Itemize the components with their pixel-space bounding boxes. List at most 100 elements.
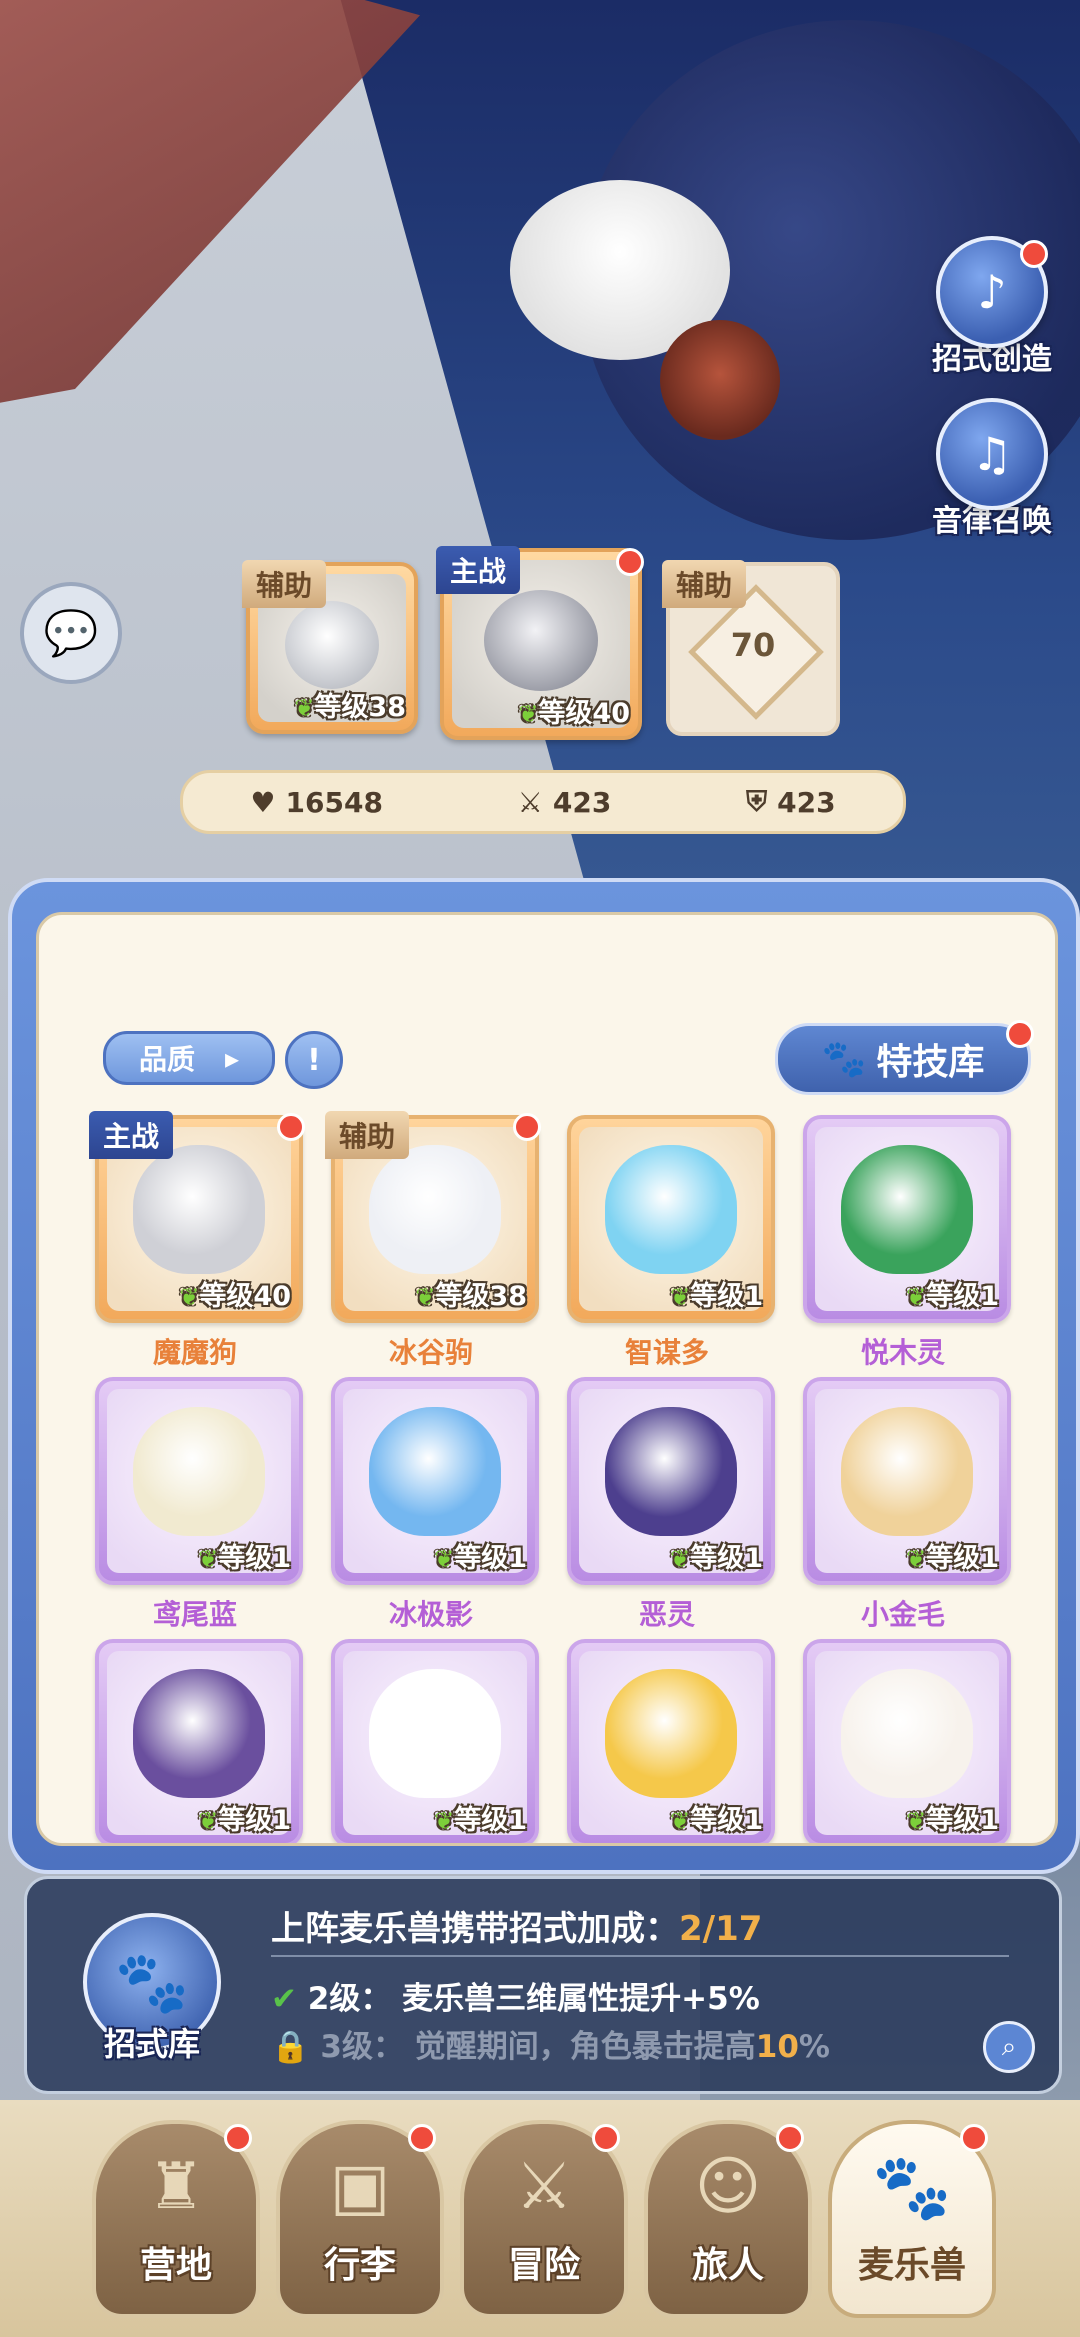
pet-level: 等级1	[218, 1805, 291, 1836]
nav-tab-3[interactable]: ☺ 旅人	[644, 2120, 812, 2318]
pet-portrait	[132, 1669, 266, 1799]
pet-card[interactable]: ❦等级1 智谋多	[567, 1115, 775, 1371]
sprout-icon: ❦	[518, 700, 539, 728]
filter-button[interactable]: !	[285, 1031, 343, 1089]
pet-card-frame: ❦等级1	[803, 1639, 1011, 1843]
pet-card-frame: ❦等级1	[567, 1639, 775, 1843]
pet-portrait	[840, 1407, 974, 1537]
bottom-navigation: ♜ 营地 ▣ 行李 ⚔ 冒险 ☺ 旅人 🐾 麦乐兽	[0, 2100, 1080, 2337]
traveler-icon: ☺	[694, 2150, 762, 2224]
pet-name: 鸢尾蓝	[152, 1598, 237, 1631]
sprout-icon: ❦	[670, 1807, 691, 1835]
pet-portrait	[484, 590, 598, 692]
pet-level: 等级1	[218, 1543, 291, 1574]
pet-card[interactable]: ❦等级1 小金毛	[803, 1377, 1011, 1633]
rhythm-summon-button[interactable]: ♫ 音律召唤	[922, 398, 1062, 540]
nav-tab-0[interactable]: ♜ 营地	[92, 2120, 260, 2318]
pet-name: 魔魔狗	[152, 1336, 237, 1369]
quality-label: 品质	[138, 1043, 195, 1076]
pet-card[interactable]: ❦等级1 恶灵	[567, 1377, 775, 1633]
sprout-icon: ❦	[906, 1807, 927, 1835]
pet-card[interactable]: ❦等级1	[95, 1639, 303, 1843]
team-slot-support-locked[interactable]: 70 辅助	[662, 560, 840, 736]
bonus-line-level2: ✔ 2级： 麦乐兽三维属性提升+5%	[271, 1981, 760, 2017]
lyre-icon: ♫	[936, 398, 1048, 510]
team-slot-support-1[interactable]: 辅助 ❦等级38	[242, 560, 418, 734]
pet-card[interactable]: ❦等级1	[567, 1639, 775, 1843]
pet-card-frame: ❦等级1	[95, 1377, 303, 1585]
pet-card[interactable]: ❦等级1 鸢尾蓝	[95, 1377, 303, 1633]
pet-card[interactable]: 主战 ❦等级40 魔魔狗	[89, 1111, 305, 1371]
pet-card[interactable]: 辅助 ❦等级38 冰谷驹	[325, 1111, 541, 1371]
support-tag: 辅助	[662, 560, 747, 608]
paw-icon: 🐾	[821, 1039, 867, 1080]
pet-portrait	[840, 1669, 974, 1799]
pet-level: 等级1	[454, 1543, 527, 1574]
pet-role-tag: 主战	[89, 1111, 174, 1159]
pet-name: 冰谷驹	[388, 1336, 473, 1369]
notification-dot	[1020, 240, 1048, 268]
pet-card-frame: ❦等级1	[331, 1377, 539, 1585]
pet-level: 等级40	[538, 698, 630, 729]
main-tag: 主战	[436, 546, 521, 594]
skill-library-shortcut-label[interactable]: 招式库	[67, 2019, 237, 2065]
sprout-icon: ❦	[198, 1807, 219, 1835]
pet-role-tag: 辅助	[325, 1111, 410, 1159]
pet-card[interactable]: ❦等级1 悦木灵	[803, 1115, 1011, 1371]
notification-dot	[224, 2124, 252, 2152]
team-slot-main[interactable]: 主战 ❦等级40	[436, 546, 644, 740]
pet-portrait	[132, 1407, 266, 1537]
pet-card[interactable]: ❦等级1	[331, 1639, 539, 1843]
quality-sort-dropdown[interactable]: 品质 ▸	[103, 1031, 275, 1085]
sprout-icon: ❦	[670, 1283, 691, 1311]
nav-tab-label: 旅人	[691, 2245, 764, 2286]
notification-dot	[1006, 1020, 1034, 1048]
nav-tab-4[interactable]: 🐾 麦乐兽	[828, 2120, 996, 2318]
skill-library-button[interactable]: 🐾 特技库	[775, 1020, 1034, 1095]
bonus-title: 上阵麦乐兽携带招式加成：2/17	[271, 1909, 763, 1949]
pet-level: 等级38	[435, 1281, 527, 1312]
pet-portrait	[840, 1145, 974, 1275]
pet-name: 恶灵	[638, 1598, 695, 1631]
pet-portrait	[132, 1145, 266, 1275]
nav-tab-label: 麦乐兽	[857, 2245, 966, 2286]
nav-tab-label: 营地	[139, 2245, 212, 2286]
skill-create-button[interactable]: ♪ 招式创造	[922, 236, 1062, 378]
pet-card-frame: ❦等级1	[567, 1377, 775, 1585]
chat-icon[interactable]: 💬	[20, 582, 122, 684]
heart-icon: ♥	[250, 785, 276, 819]
pet-card[interactable]: ❦等级1	[803, 1639, 1011, 1843]
player-character	[660, 320, 780, 440]
lock-icon: 🔒	[271, 2029, 310, 2065]
skill-bonus-info-panel: 🐾 招式库 上阵麦乐兽携带招式加成：2/17 ✔ 2级： 麦乐兽三维属性提升+5…	[24, 1876, 1062, 2094]
notification-dot	[277, 1113, 305, 1141]
support-tag: 辅助	[242, 560, 327, 608]
bonus-line-level3: 🔒 3级： 觉醒期间，角色暴击提高10%	[271, 2029, 830, 2065]
notification-dot	[616, 548, 644, 576]
defense-value: 423	[777, 785, 836, 819]
book-music-icon: ♪	[936, 236, 1048, 348]
notification-dot	[776, 2124, 804, 2152]
pet-level: 等级1	[926, 1281, 999, 1312]
check-icon: ✔	[271, 1981, 297, 2017]
pet-portrait	[284, 600, 380, 690]
nav-tab-label: 冒险	[507, 2245, 580, 2286]
nav-tab-2[interactable]: ⚔ 冒险	[460, 2120, 628, 2318]
pet-card-frame: 主战 ❦等级40	[89, 1111, 305, 1323]
pet-portrait	[368, 1407, 502, 1537]
pet-card[interactable]: ❦等级1 冰极影	[331, 1377, 539, 1633]
pet-name: 冰极影	[388, 1598, 473, 1631]
castle-icon: ♜	[147, 2150, 205, 2224]
pet-name: 智谋多	[624, 1336, 709, 1369]
shield-icon: ⛨	[746, 785, 768, 818]
notification-dot	[513, 1113, 541, 1141]
crossed-swords-icon: ⚔	[517, 785, 543, 819]
nav-tab-1[interactable]: ▣ 行李	[276, 2120, 444, 2318]
pet-portrait	[604, 1669, 738, 1799]
pet-portrait	[368, 1145, 502, 1275]
swords-icon: ⚔	[515, 2150, 573, 2224]
pet-level: 等级38	[314, 692, 406, 723]
sprout-icon: ❦	[434, 1545, 455, 1573]
magnifier-icon[interactable]: ⌕	[983, 2021, 1035, 2073]
pet-card-frame: ❦等级1	[803, 1115, 1011, 1323]
